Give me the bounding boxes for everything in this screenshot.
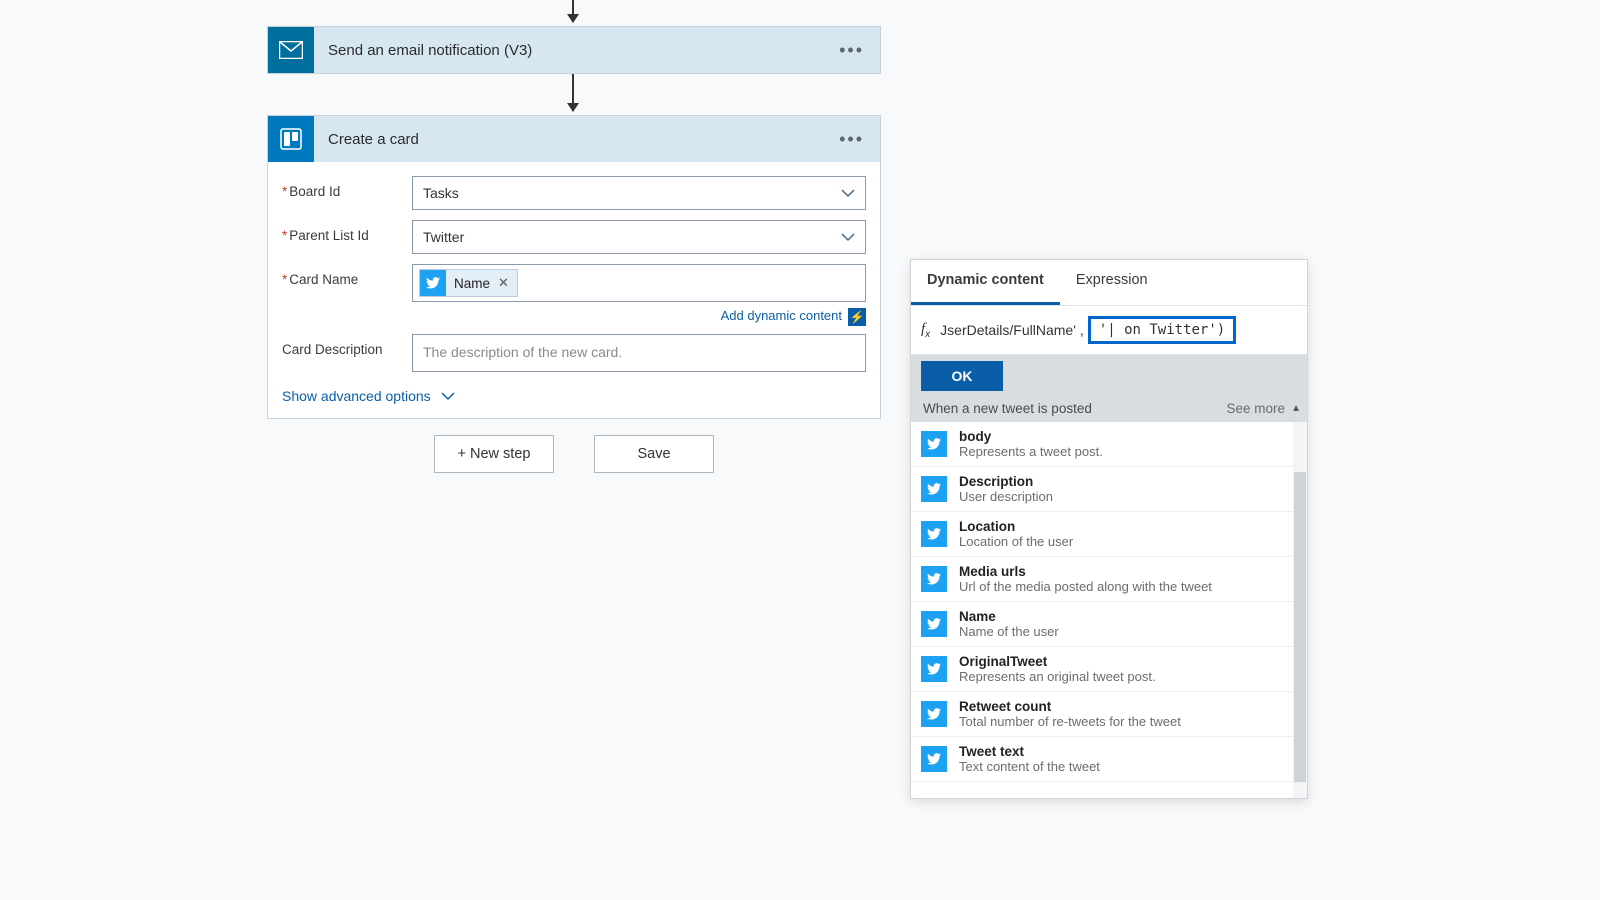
tab-dynamic-content[interactable]: Dynamic content — [911, 260, 1060, 305]
collapse-icon[interactable]: ▲ — [1291, 403, 1301, 414]
dc-item-title: Location — [959, 519, 1073, 534]
step-menu-button[interactable]: ••• — [833, 125, 870, 154]
step-body: *Board Id Tasks *Parent List Id Twitter — [268, 162, 880, 418]
dynamic-content-popup: Dynamic content Expression fx JserDetail… — [910, 259, 1308, 799]
dc-item-desc: User description — [959, 489, 1053, 504]
twitter-icon — [921, 431, 947, 457]
step-create-card: Create a card ••• *Board Id Tasks *Paren… — [267, 115, 881, 419]
dc-item-desc: Total number of re-tweets for the tweet — [959, 714, 1181, 729]
step-header[interactable]: Create a card ••• — [268, 116, 880, 162]
select-value: Twitter — [423, 229, 464, 245]
show-advanced-options-link[interactable]: Show advanced options — [282, 388, 455, 404]
step-header[interactable]: Send an email notification (V3) ••• — [268, 27, 880, 73]
chevron-down-icon — [841, 189, 855, 198]
dc-item-desc: Represents a tweet post. — [959, 444, 1103, 459]
twitter-icon — [921, 521, 947, 547]
dc-item-title: body — [959, 429, 1103, 444]
dc-item-desc: Name of the user — [959, 624, 1059, 639]
field-label: Card Description — [282, 334, 412, 357]
scrollbar[interactable] — [1293, 422, 1307, 798]
dc-item-title: OriginalTweet — [959, 654, 1156, 669]
new-step-button[interactable]: + New step — [434, 435, 554, 473]
dc-item-desc: Url of the media posted along with the t… — [959, 579, 1212, 594]
twitter-icon — [921, 746, 947, 772]
action-buttons: + New step Save — [267, 435, 881, 473]
twitter-icon — [420, 270, 446, 296]
step-title: Send an email notification (V3) — [314, 42, 833, 59]
dynamic-content-item[interactable]: Tweet textText content of the tweet — [911, 737, 1307, 782]
dynamic-content-item[interactable]: LocationLocation of the user — [911, 512, 1307, 557]
chevron-down-icon — [441, 392, 455, 401]
remove-token-button[interactable]: ✕ — [498, 275, 509, 291]
flow-arrow — [572, 73, 574, 111]
step-title: Create a card — [314, 131, 833, 148]
section-title: When a new tweet is posted — [923, 401, 1092, 416]
dynamic-content-item[interactable]: Retweet countTotal number of re-tweets f… — [911, 692, 1307, 737]
see-more-link[interactable]: See more — [1226, 401, 1285, 416]
parent-list-select[interactable]: Twitter — [412, 220, 866, 254]
field-label: *Card Name — [282, 264, 412, 287]
popup-tabs: Dynamic content Expression — [911, 260, 1307, 306]
twitter-icon — [921, 566, 947, 592]
card-description-input[interactable]: The description of the new card. — [412, 334, 866, 372]
mail-icon — [268, 27, 314, 73]
step-menu-button[interactable]: ••• — [833, 36, 870, 65]
twitter-icon — [921, 656, 947, 682]
dc-item-title: Media urls — [959, 564, 1212, 579]
ok-button[interactable]: OK — [921, 361, 1003, 391]
field-card-description: Card Description The description of the … — [282, 334, 866, 372]
tab-expression[interactable]: Expression — [1060, 260, 1164, 305]
flow-arrow — [572, 0, 574, 22]
field-label: *Parent List Id — [282, 220, 412, 243]
ok-row: OK — [911, 355, 1307, 397]
dc-item-desc: Location of the user — [959, 534, 1073, 549]
token-label: Name — [454, 276, 490, 291]
chevron-down-icon — [841, 233, 855, 242]
dynamic-content-list-container: bodyRepresents a tweet post.DescriptionU… — [911, 422, 1307, 798]
field-card-name: *Card Name Name ✕ — [282, 264, 866, 302]
dynamic-content-item[interactable]: OriginalTweetRepresents an original twee… — [911, 647, 1307, 692]
dynamic-content-list: bodyRepresents a tweet post.DescriptionU… — [911, 422, 1307, 782]
card-name-input[interactable]: Name ✕ — [412, 264, 866, 302]
dynamic-content-item[interactable]: bodyRepresents a tweet post. — [911, 422, 1307, 467]
expression-preview[interactable]: JserDetails/FullName' , '| on Twitter') — [940, 316, 1297, 344]
board-id-select[interactable]: Tasks — [412, 176, 866, 210]
field-parent-list-id: *Parent List Id Twitter — [282, 220, 866, 254]
select-value: Tasks — [423, 185, 459, 201]
dynamic-token-name[interactable]: Name ✕ — [419, 269, 518, 297]
dc-item-title: Name — [959, 609, 1059, 624]
fx-icon: fx — [921, 321, 930, 340]
section-header: When a new tweet is posted See more ▲ — [911, 397, 1307, 422]
dc-item-title: Description — [959, 474, 1053, 489]
add-dynamic-icon[interactable]: ⚡ — [848, 308, 866, 326]
twitter-icon — [921, 701, 947, 727]
expression-highlight-box[interactable]: '| on Twitter') — [1088, 316, 1236, 344]
add-dynamic-content-link[interactable]: Add dynamic content — [721, 308, 842, 326]
step-send-email: Send an email notification (V3) ••• — [267, 26, 881, 74]
trello-icon — [268, 116, 314, 162]
save-button[interactable]: Save — [594, 435, 714, 473]
dynamic-content-item[interactable]: NameName of the user — [911, 602, 1307, 647]
scrollbar-thumb[interactable] — [1294, 472, 1306, 782]
dc-item-desc: Represents an original tweet post. — [959, 669, 1156, 684]
twitter-icon — [921, 476, 947, 502]
expression-input-row: fx JserDetails/FullName' , '| on Twitter… — [911, 306, 1307, 355]
dc-item-title: Retweet count — [959, 699, 1181, 714]
add-dynamic-row: Add dynamic content ⚡ — [412, 308, 866, 326]
twitter-icon — [921, 611, 947, 637]
dc-item-title: Tweet text — [959, 744, 1100, 759]
dc-item-desc: Text content of the tweet — [959, 759, 1100, 774]
dynamic-content-item[interactable]: Media urlsUrl of the media posted along … — [911, 557, 1307, 602]
field-label: *Board Id — [282, 176, 412, 199]
dynamic-content-item[interactable]: DescriptionUser description — [911, 467, 1307, 512]
field-board-id: *Board Id Tasks — [282, 176, 866, 210]
